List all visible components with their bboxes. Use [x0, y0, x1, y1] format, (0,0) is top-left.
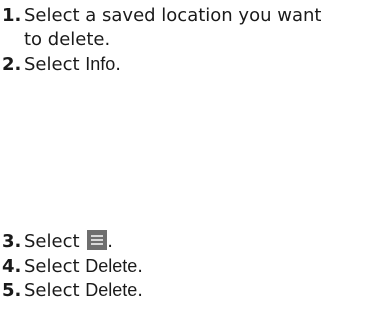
step-text-suffix: .	[137, 280, 144, 301]
step-text-prefix: Select	[24, 280, 86, 301]
step-text-suffix: .	[115, 54, 122, 75]
delete-keyword: Delete	[85, 280, 138, 300]
step-5: 5. Select Delete.	[2, 278, 374, 303]
menu-icon	[87, 230, 108, 250]
step-number: 2.	[2, 54, 22, 75]
step-4: 4. Select Delete.	[2, 254, 374, 279]
delete-keyword: Delete	[85, 256, 138, 276]
step-text: Select a saved location you want	[24, 5, 322, 26]
instruction-steps: 1. Select a saved location you want to de…	[0, 0, 376, 326]
step-text-prefix: Select	[24, 256, 86, 277]
step-1: 1. Select a saved location you want to de…	[2, 4, 374, 52]
step-2: 2. Select Info.	[2, 52, 374, 77]
step-text-prefix: Select	[24, 231, 86, 252]
step-number: 5.	[2, 280, 22, 301]
step-text-continued: to delete.	[24, 29, 111, 50]
step-text-prefix: Select	[24, 54, 86, 75]
step-number: 4.	[2, 256, 22, 277]
step-number: 3.	[2, 231, 22, 252]
step-3: 3. Select .	[2, 230, 374, 254]
step-number: 1.	[2, 5, 22, 26]
info-keyword: Info	[85, 54, 116, 74]
step-text-suffix: .	[107, 231, 113, 252]
step-text-suffix: .	[137, 256, 144, 277]
